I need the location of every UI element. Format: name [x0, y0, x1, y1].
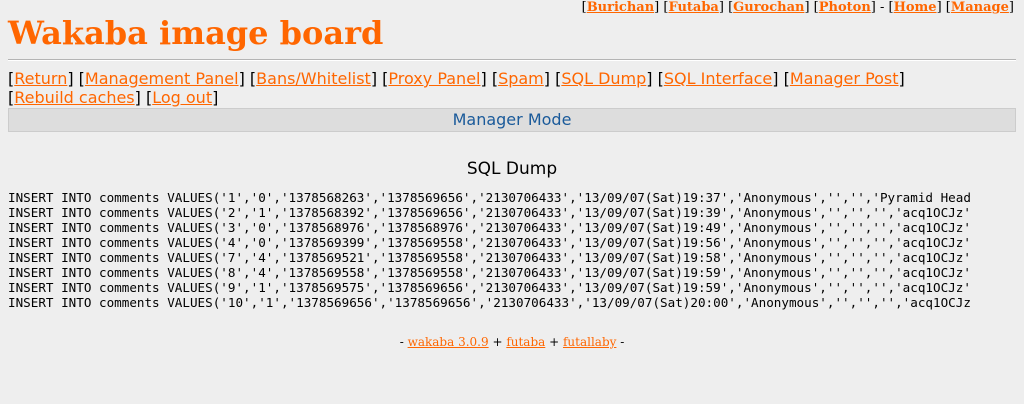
admin-nav: [Return] [Management Panel] [Bans/Whitel… [8, 69, 905, 107]
home-link[interactable]: Home [894, 0, 937, 15]
proxy-panel-link[interactable]: Proxy Panel [388, 69, 480, 88]
return-link[interactable]: Return [14, 69, 67, 88]
dump-line: INSERT INTO comments VALUES('10','1','13… [8, 295, 971, 310]
sql-dump-link[interactable]: SQL Dump [561, 69, 646, 88]
dump-line: INSERT INTO comments VALUES('9','1','137… [8, 280, 971, 295]
wakaba-link[interactable]: wakaba 3.0.9 [408, 335, 489, 349]
style-link-burichan[interactable]: Burichan [587, 0, 654, 15]
sql-interface-link[interactable]: SQL Interface [664, 69, 772, 88]
dump-line: INSERT INTO comments VALUES('2','1','137… [8, 205, 971, 220]
style-switcher: [Burichan] [Futaba] [Gurochan] [Photon] … [581, 0, 1014, 15]
manager-mode-banner: Manager Mode [8, 108, 1016, 132]
style-link-photon[interactable]: Photon [819, 0, 871, 15]
dump-line: INSERT INTO comments VALUES('7','4','137… [8, 250, 971, 265]
log-out-link[interactable]: Log out [152, 88, 212, 107]
bans-whitelist-link[interactable]: Bans/Whitelist [256, 69, 371, 88]
board-title: Wakaba image board [8, 14, 384, 52]
spam-link[interactable]: Spam [498, 69, 544, 88]
style-link-gurochan[interactable]: Gurochan [733, 0, 804, 15]
manage-link[interactable]: Manage [951, 0, 1009, 15]
dump-line: INSERT INTO comments VALUES('4','0','137… [8, 235, 971, 250]
style-link-futaba[interactable]: Futaba [668, 0, 718, 15]
futallaby-link[interactable]: futallaby [563, 335, 616, 349]
dump-line: INSERT INTO comments VALUES('8','4','137… [8, 265, 971, 280]
divider [8, 59, 1016, 61]
futaba-link[interactable]: futaba [506, 335, 545, 349]
rebuild-caches-link[interactable]: Rebuild caches [14, 88, 134, 107]
management-panel-link[interactable]: Management Panel [85, 69, 239, 88]
dump-line: INSERT INTO comments VALUES('3','0','137… [8, 220, 971, 235]
section-title: SQL Dump [466, 159, 558, 179]
dump-line: INSERT INTO comments VALUES('1','0','137… [8, 190, 971, 205]
sql-dump-output: INSERT INTO comments VALUES('1','0','137… [8, 190, 1024, 310]
manager-post-link[interactable]: Manager Post [790, 69, 899, 88]
footer: - wakaba 3.0.9 + futaba + futallaby - [399, 335, 625, 349]
